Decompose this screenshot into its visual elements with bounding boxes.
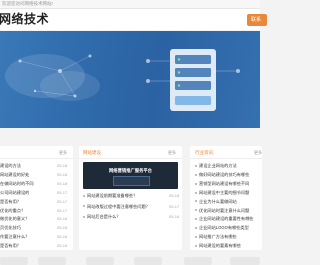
bullet-icon: [195, 244, 197, 247]
list-item[interactable]: 优化网站时要注意什么问题: [195, 207, 260, 214]
list-item-date: 05-17: [57, 198, 68, 204]
list-item-date: 05-17: [57, 207, 68, 213]
image-caption: 网络营销推广服务平台: [109, 168, 152, 173]
list-item-date: 05-18: [57, 180, 68, 186]
bullet-icon: [195, 209, 197, 212]
list-item[interactable]: 网站建设前期要准备哪些？ 05-18: [83, 192, 180, 199]
list-item[interactable]: 页优化技巧 05-16: [0, 224, 72, 231]
bullet-icon: [195, 218, 197, 221]
bottom-tile: [230, 257, 260, 265]
bottom-tile: [0, 257, 28, 265]
list-item-title: 网站推广方法有哪些: [199, 234, 237, 240]
bullet-icon: [83, 194, 85, 197]
list-item[interactable]: 在做网站时的不同 05-18: [0, 180, 72, 187]
list-item-date: 05-16: [169, 214, 180, 219]
list-item-date: 05-17: [57, 189, 68, 195]
bullet-icon: [195, 227, 197, 230]
list-item-title: 网站建设前期要准备哪些？: [87, 193, 138, 198]
list-item-date: 05-18: [57, 163, 68, 168]
list-item-title: 做好网站建设的技巧有哪些: [199, 171, 250, 177]
list-item[interactable]: 做优化的意义？ 05-16: [0, 215, 72, 222]
list-item[interactable]: 营销型网站建设有哪些不同: [195, 180, 260, 187]
bullet-icon: [195, 164, 197, 167]
list-item-title: 优化的重点？: [0, 207, 26, 213]
list-item[interactable]: 建设企业网站的方法: [195, 162, 260, 169]
top-strip: 欢迎您访问网络技术网站!: [0, 0, 260, 9]
list-item-date: 05-17: [169, 203, 180, 209]
list-item-title: 网站后台是什么？: [87, 214, 121, 219]
list-item-date: 05-16: [57, 216, 68, 222]
list-item[interactable]: 企业网站建设的重要性有哪些: [195, 215, 260, 222]
bottom-tile: [184, 257, 212, 265]
list-item-title: 公司网站建设的: [0, 189, 30, 195]
list-item-title: 是否有用？: [0, 198, 21, 204]
list-item-title: 企业网站LOGO有哪些类型: [199, 225, 249, 231]
list-item-title: 作要注意什么？: [0, 234, 30, 240]
bottom-strip: [0, 253, 260, 265]
bottom-tile: [38, 257, 66, 265]
site-logo[interactable]: 网络技术: [0, 12, 49, 27]
bottom-tile: [134, 257, 162, 265]
list-item[interactable]: 企业网站LOGO有哪些类型: [195, 224, 260, 231]
list-item[interactable]: 网站推广方法有哪些: [195, 233, 260, 240]
left-more-link[interactable]: 更多: [59, 150, 67, 156]
hero-banner: [0, 31, 260, 128]
bottom-tile: [86, 257, 114, 265]
middle-panel-title[interactable]: 网站建设: [83, 149, 101, 156]
list-item[interactable]: 是否有用？ 05-15: [0, 242, 72, 249]
bullet-icon: [83, 205, 85, 208]
middle-feature-image[interactable]: 网络营销推广服务平台: [83, 162, 178, 189]
list-item-title: 做优化的意义？: [0, 216, 30, 222]
list-item[interactable]: 建设的方法 05-18: [0, 162, 72, 169]
image-screen-shape: [113, 176, 150, 186]
list-item[interactable]: 网站改版过程中要注意哪些问题？ 05-17: [83, 203, 180, 210]
list-item-title: 页优化技巧: [0, 225, 21, 231]
banner-graphic: [5, 49, 240, 111]
list-item-date: 05-18: [169, 193, 180, 198]
bullet-icon: [83, 215, 85, 218]
header-action-button[interactable]: 联系: [247, 14, 267, 26]
list-item[interactable]: 网站后台是什么？ 05-16: [83, 213, 180, 220]
list-item-title: 优化网站时要注意什么问题: [199, 207, 250, 213]
bullet-icon: [195, 200, 197, 203]
list-item[interactable]: 企业为什么要做网站: [195, 198, 260, 205]
list-item[interactable]: 优化的重点？ 05-17: [0, 207, 72, 214]
list-item-title: 企业网站建设的重要性有哪些: [199, 216, 254, 222]
list-item[interactable]: 是否有用？ 05-17: [0, 198, 72, 205]
panel-divider: [190, 158, 262, 159]
list-item-date: 05-16: [57, 225, 68, 231]
bullet-icon: [195, 191, 197, 194]
right-more-link[interactable]: 更多: [254, 150, 262, 156]
bullet-icon: [195, 173, 197, 176]
list-item[interactable]: 网站建设的要素有哪些: [195, 242, 260, 249]
list-item-date: 05-15: [57, 243, 68, 249]
list-item-date: 05-16: [57, 234, 68, 240]
list-item-title: 建设的方法: [0, 163, 21, 168]
list-item[interactable]: 网站建设的好处 05-18: [0, 171, 72, 178]
welcome-text: 欢迎您访问网络技术网站!: [2, 1, 53, 6]
list-item-title: 企业为什么要做网站: [199, 198, 237, 204]
list-item-title: 网站建设中主要的细节问题: [199, 189, 250, 195]
list-item[interactable]: 作要注意什么？ 05-16: [0, 233, 72, 240]
list-item[interactable]: 网站建设中主要的细节问题: [195, 189, 260, 196]
list-item[interactable]: 公司网站建设的 05-17: [0, 189, 72, 196]
list-item-title: 营销型网站建设有哪些不同: [199, 180, 250, 186]
list-item-title: 在做网站时的不同: [0, 180, 34, 186]
list-item-title: 网站建设的要素有哪些: [199, 243, 241, 249]
panel-divider: [79, 158, 182, 159]
bullet-icon: [195, 182, 197, 185]
list-item-title: 建设企业网站的方法: [199, 163, 237, 168]
header: 网络技术 联系: [0, 9, 267, 30]
right-panel-title[interactable]: 行业资讯: [195, 149, 213, 156]
list-item-title: 是否有用？: [0, 243, 21, 249]
bullet-icon: [195, 236, 197, 239]
list-item[interactable]: 做好网站建设的技巧有哪些: [195, 171, 260, 178]
list-item-title: 网站改版过程中要注意哪些问题？: [87, 203, 150, 209]
panel-divider: [0, 158, 73, 159]
list-item-title: 网站建设的好处: [0, 171, 30, 177]
middle-more-link[interactable]: 更多: [168, 150, 176, 156]
list-item-date: 05-18: [57, 171, 68, 177]
